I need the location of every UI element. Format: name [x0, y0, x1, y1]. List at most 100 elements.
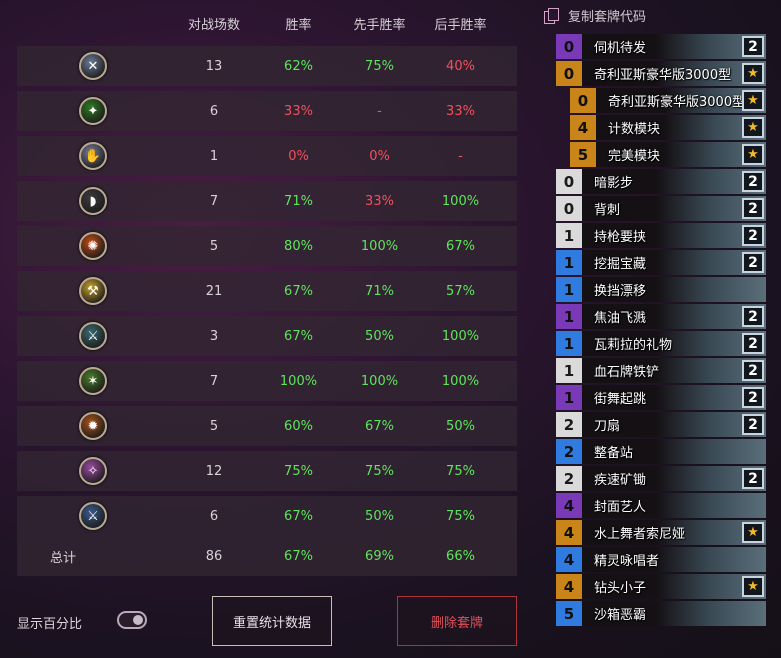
card-cost: 2	[556, 439, 582, 464]
deck-card[interactable]: 0 伺机待发 2	[556, 34, 766, 59]
mage-class-icon: ✺	[79, 232, 107, 260]
card-name: 奇利亚斯豪华版3000型	[582, 61, 766, 86]
second-winrate: 40%	[446, 58, 475, 74]
games-count: 1	[209, 148, 219, 164]
card-name: 完美模块	[596, 142, 766, 167]
delete-deck-button[interactable]: 删除套牌	[397, 596, 517, 646]
first-winrate: 75%	[365, 58, 394, 74]
class-cell: ⚔	[17, 322, 169, 350]
card-count-badge: 2	[742, 252, 764, 273]
stats-row: ✕ 13 62% 75% 40%	[17, 46, 517, 86]
card-cost: 0	[556, 34, 582, 59]
games-count: 7	[209, 193, 219, 209]
card-cost: 4	[570, 115, 596, 140]
card-name: 焦油飞溅	[582, 304, 766, 329]
deck-card[interactable]: 0 奇利亚斯豪华版3000型 ★	[570, 88, 766, 113]
card-name: 整备站	[582, 439, 766, 464]
card-cost: 4	[556, 574, 582, 599]
deck-card[interactable]: 0 暗影步 2	[556, 169, 766, 194]
total-games: 86	[205, 548, 223, 564]
deck-card[interactable]: 1 瓦莉拉的礼物 2	[556, 331, 766, 356]
second-winrate: 75%	[446, 508, 475, 524]
deck-card[interactable]: 1 血石牌铁铲 2	[556, 358, 766, 383]
header-second-winrate: 后手胜率	[434, 17, 487, 33]
druid-class-icon: ✦	[79, 97, 107, 125]
hunter-class-icon: ⚔	[79, 322, 107, 350]
games-count: 5	[209, 238, 219, 254]
deck-card[interactable]: 4 封面艺人	[556, 493, 766, 518]
priest-class-icon: ✧	[79, 457, 107, 485]
card-name: 沙箱恶霸	[582, 601, 766, 626]
card-count-badge: 2	[742, 225, 764, 246]
deck-card[interactable]: 2 疾速矿锄 2	[556, 466, 766, 491]
second-winrate: 50%	[446, 418, 475, 434]
deck-card[interactable]: 2 整备站	[556, 439, 766, 464]
deck-card[interactable]: 4 水上舞者索尼娅 ★	[556, 520, 766, 545]
winrate: 67%	[284, 283, 313, 299]
winrate: 0%	[288, 148, 309, 164]
card-name: 血石牌铁铲	[582, 358, 766, 383]
card-name: 奇利亚斯豪华版3000型	[596, 88, 766, 113]
legendary-star-icon: ★	[742, 144, 764, 165]
card-cost: 4	[556, 493, 582, 518]
card-name: 计数模块	[596, 115, 766, 140]
copy-icon	[544, 8, 559, 24]
card-cost: 1	[556, 277, 582, 302]
deck-card[interactable]: 1 持枪要挟 2	[556, 223, 766, 248]
deck-card[interactable]: 5 沙箱恶霸	[556, 601, 766, 626]
deck-card[interactable]: 1 挖掘宝藏 2	[556, 250, 766, 275]
stats-row: ◗ 7 71% 33% 100%	[17, 181, 517, 221]
stats-row: ⚔ 3 67% 50% 100%	[17, 316, 517, 356]
deck-card[interactable]: 1 街舞起跳 2	[556, 385, 766, 410]
deck-card[interactable]: 1 焦油飞溅 2	[556, 304, 766, 329]
card-name: 持枪要挟	[582, 223, 766, 248]
rogue-class-icon: ◗	[79, 187, 107, 215]
stats-row: ✧ 12 75% 75% 75%	[17, 451, 517, 491]
second-winrate: 75%	[446, 463, 475, 479]
stats-row: ✦ 6 33% - 33%	[17, 91, 517, 131]
card-name: 暗影步	[582, 169, 766, 194]
winrate: 100%	[279, 373, 318, 389]
header-winrate: 胜率	[285, 17, 312, 33]
class-cell: ✧	[17, 457, 169, 485]
first-winrate: -	[377, 103, 382, 119]
card-cost: 1	[556, 223, 582, 248]
winrate: 80%	[284, 238, 313, 254]
card-cost: 1	[556, 385, 582, 410]
show-percent-toggle[interactable]	[117, 611, 147, 629]
stats-total-row: 总计 86 67% 69% 66%	[17, 536, 517, 576]
first-winrate: 71%	[365, 283, 394, 299]
card-name: 疾速矿锄	[582, 466, 766, 491]
card-cost: 0	[556, 169, 582, 194]
deck-card[interactable]: 2 刀扇 2	[556, 412, 766, 437]
second-winrate: 100%	[441, 328, 480, 344]
class-cell: ✶	[17, 367, 169, 395]
stats-row: ⚔ 6 67% 50% 75%	[17, 496, 517, 536]
legendary-star-icon: ★	[742, 117, 764, 138]
legendary-star-icon: ★	[742, 576, 764, 597]
total-first-winrate: 69%	[365, 548, 394, 564]
card-cost: 2	[556, 412, 582, 437]
card-cost: 1	[556, 250, 582, 275]
stats-row: ⚒ 21 67% 71% 57%	[17, 271, 517, 311]
deck-card[interactable]: 1 换挡漂移	[556, 277, 766, 302]
card-count-badge: 2	[742, 36, 764, 57]
deck-card[interactable]: 0 奇利亚斯豪华版3000型 ★	[556, 61, 766, 86]
stats-row: ✶ 7 100% 100% 100%	[17, 361, 517, 401]
deck-card[interactable]: 4 计数模块 ★	[570, 115, 766, 140]
deck-card[interactable]: 5 完美模块 ★	[570, 142, 766, 167]
deck-card[interactable]: 0 背刺 2	[556, 196, 766, 221]
deck-card[interactable]: 4 精灵咏唱者	[556, 547, 766, 572]
card-count-badge: 2	[742, 171, 764, 192]
copy-deck-code-button[interactable]: 复制套牌代码	[544, 6, 646, 25]
card-cost: 4	[556, 547, 582, 572]
deck-card[interactable]: 4 钻头小子 ★	[556, 574, 766, 599]
class-cell: ◗	[17, 187, 169, 215]
winrate: 71%	[284, 193, 313, 209]
stats-row: ✋ 1 0% 0% -	[17, 136, 517, 176]
header-games: 对战场数	[187, 17, 240, 33]
card-cost: 0	[556, 196, 582, 221]
reset-stats-button[interactable]: 重置统计数据	[212, 596, 332, 646]
card-count-badge: 2	[742, 306, 764, 327]
class-cell: ✕	[17, 52, 169, 80]
